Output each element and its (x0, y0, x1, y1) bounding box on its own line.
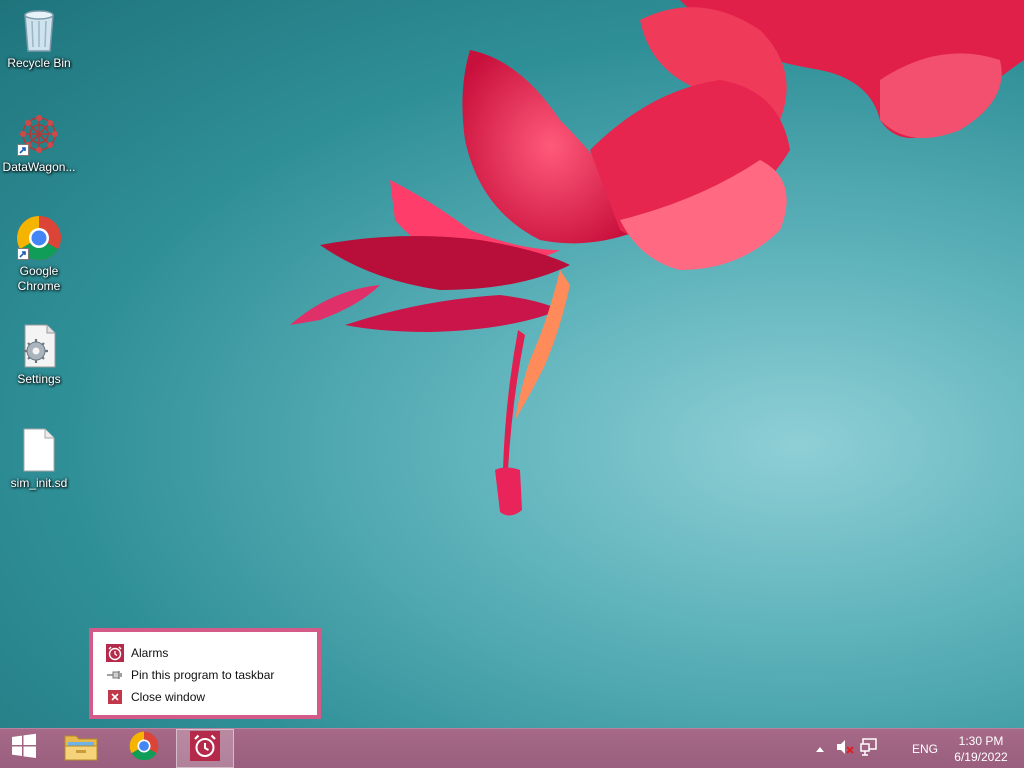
jump-list-label: Pin this program to taskbar (131, 668, 275, 682)
chrome-icon (129, 731, 159, 766)
jump-list-item-close-window[interactable]: Close window (105, 686, 317, 708)
jump-list-label: Alarms (131, 646, 169, 660)
input-language-button[interactable]: ENG (912, 729, 942, 768)
shortcut-arrow-icon (17, 248, 29, 260)
clock-time: 1:30 PM (958, 734, 1004, 748)
volume-muted-icon (836, 739, 854, 758)
blank-file-icon (15, 426, 63, 474)
show-hidden-icons-button[interactable] (815, 729, 829, 768)
file-explorer-icon (64, 731, 98, 766)
clock-button[interactable]: 1:30 PM 6/19/2022 (948, 733, 1014, 765)
taskbar-file-explorer[interactable] (57, 729, 105, 768)
desktop: Recycle Bin DataWagon... Google Chrome S… (0, 0, 1024, 728)
desktop-icon-sim-init[interactable]: sim_init.sd (1, 426, 77, 491)
wallpaper-flower (290, 0, 1024, 516)
network-icon (860, 738, 878, 759)
taskbar-jump-list: Alarms Pin this program to taskbar Close… (89, 628, 321, 719)
alarms-icon (190, 731, 220, 766)
jump-list-label: Close window (131, 690, 206, 704)
windows-logo-icon (11, 733, 37, 764)
network-button[interactable] (860, 729, 880, 768)
volume-button[interactable] (836, 729, 856, 768)
alarms-icon (105, 643, 125, 663)
pin-icon (105, 665, 125, 685)
jump-list-item-alarms[interactable]: Alarms (105, 642, 317, 664)
jump-list-item-pin[interactable]: Pin this program to taskbar (105, 664, 317, 686)
taskbar-alarms[interactable] (176, 729, 234, 768)
desktop-icon-label: Google Chrome (17, 264, 61, 293)
settings-file-icon (15, 322, 63, 370)
shortcut-arrow-icon (17, 144, 29, 156)
start-button[interactable] (0, 729, 48, 768)
desktop-icon-label: sim_init.sd (10, 476, 68, 490)
chrome-icon (15, 214, 63, 262)
desktop-icon-recycle-bin[interactable]: Recycle Bin (1, 6, 77, 71)
desktop-icon-label: DataWagon... (2, 160, 76, 174)
taskbar: ENG 1:30 PM 6/19/2022 (0, 728, 1024, 768)
desktop-icon-settings[interactable]: Settings (1, 322, 77, 387)
recycle-bin-icon (15, 6, 63, 54)
chevron-up-icon (815, 742, 825, 756)
desktop-icon-google-chrome[interactable]: Google Chrome (1, 214, 77, 294)
clock-date: 6/19/2022 (954, 750, 1008, 764)
datawagon-icon (15, 110, 63, 158)
desktop-icon-label: Recycle Bin (7, 56, 71, 70)
taskbar-chrome[interactable] (120, 729, 168, 768)
desktop-icon-datawagon[interactable]: DataWagon... (1, 110, 77, 175)
close-icon (105, 687, 125, 707)
language-label: ENG (912, 741, 939, 756)
desktop-icon-label: Settings (17, 372, 61, 386)
